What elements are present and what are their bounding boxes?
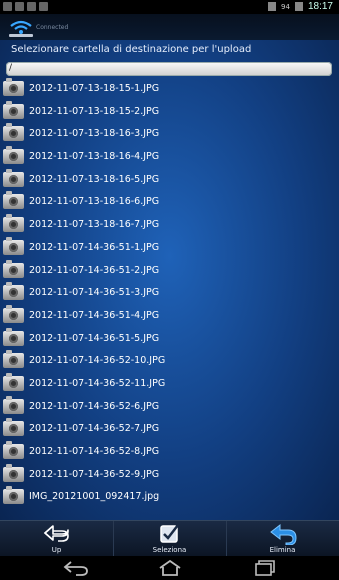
- file-name: 2012-11-07-13-18-16-5.JPG: [29, 173, 160, 185]
- undo-arrow-icon: [269, 523, 297, 545]
- camera-icon: [3, 191, 24, 210]
- file-row[interactable]: 2012-11-07-14-36-52-9.JPG: [0, 463, 339, 488]
- file-name: 2012-11-07-14-36-51-1.JPG: [29, 241, 160, 253]
- file-row[interactable]: IMG_20121001_092417.jpg: [0, 486, 339, 510]
- app-header: Connected: [0, 14, 339, 40]
- file-name: 2012-11-07-13-18-16-7.JPG: [29, 219, 160, 231]
- camera-icon: [3, 146, 24, 165]
- camera-icon: [3, 282, 24, 301]
- file-row[interactable]: 2012-11-07-14-36-52-10.JPG: [0, 350, 339, 374]
- file-row[interactable]: 2012-11-07-14-36-51-5.JPG: [0, 327, 339, 352]
- camera-icon: [3, 350, 24, 369]
- file-row[interactable]: 2012-11-07-13-18-16-6.JPG: [0, 191, 339, 215]
- camera-icon: [3, 463, 24, 482]
- file-row[interactable]: 2012-11-07-14-36-51-2.JPG: [0, 259, 339, 284]
- system-nav-bar: [0, 556, 339, 580]
- notification-icons: [3, 2, 48, 11]
- select-label: Seleziona: [152, 546, 187, 554]
- file-row[interactable]: 2012-11-07-14-36-52-6.JPG: [0, 395, 339, 420]
- up-button[interactable]: Up: [0, 521, 114, 556]
- camera-icon: [3, 78, 24, 96]
- file-row[interactable]: 2012-11-07-13-18-15-2.JPG: [0, 100, 339, 125]
- file-name: 2012-11-07-14-36-51-5.JPG: [29, 332, 160, 344]
- notification-icon: [27, 2, 36, 11]
- camera-icon: [3, 441, 24, 459]
- delete-button[interactable]: Elimina: [226, 521, 339, 556]
- battery-level: 94: [281, 2, 290, 11]
- file-name: 2012-11-07-13-18-15-1.JPG: [29, 83, 160, 94]
- file-browser: Selezionare cartella di destinazione per…: [0, 40, 339, 520]
- camera-icon: [3, 327, 24, 346]
- camera-icon: [3, 304, 24, 323]
- battery-icon: [294, 2, 303, 11]
- wifi-status-icon: [268, 2, 277, 11]
- file-name: 2012-11-07-14-36-52-7.JPG: [29, 423, 160, 435]
- file-row[interactable]: 2012-11-07-14-36-51-4.JPG: [0, 304, 339, 329]
- file-name: 2012-11-07-14-36-51-3.JPG: [29, 287, 160, 299]
- file-name: IMG_20121001_092417.jpg: [29, 491, 160, 503]
- file-row[interactable]: 2012-11-07-13-18-15-1.JPG: [0, 78, 339, 102]
- recent-apps-icon[interactable]: [250, 559, 278, 577]
- select-button[interactable]: Seleziona: [113, 521, 227, 556]
- notification-icon: [3, 2, 12, 11]
- camera-icon: [3, 259, 24, 278]
- camera-icon: [3, 100, 24, 119]
- file-row[interactable]: 2012-11-07-14-36-51-3.JPG: [0, 282, 339, 306]
- status-bar: 94 18:17: [0, 0, 339, 14]
- file-row[interactable]: 2012-11-07-13-18-16-3.JPG: [0, 123, 339, 147]
- path-value: /: [9, 63, 13, 73]
- back-icon[interactable]: [62, 559, 90, 577]
- file-name: 2012-11-07-13-18-16-3.JPG: [29, 128, 160, 140]
- path-input[interactable]: /: [6, 62, 332, 76]
- file-list: 2012-11-07-13-18-15-1.JPG 2012-11-07-13-1…: [0, 78, 339, 510]
- file-name: 2012-11-07-14-36-51-4.JPG: [29, 309, 160, 321]
- destination-label: Selezionare cartella di destinazione per…: [11, 44, 252, 55]
- wifi-icon: [9, 20, 33, 37]
- delete-label: Elimina: [269, 546, 296, 554]
- file-name: 2012-11-07-13-18-16-4.JPG: [29, 151, 160, 163]
- camera-icon: [3, 395, 24, 414]
- home-icon[interactable]: [156, 559, 184, 577]
- file-name: 2012-11-07-14-36-51-2.JPG: [29, 264, 160, 276]
- back-arrow-icon: [43, 525, 69, 542]
- notification-icon: [15, 2, 24, 11]
- file-row[interactable]: 2012-11-07-14-36-52-7.JPG: [0, 418, 339, 442]
- file-name: 2012-11-07-13-18-15-2.JPG: [29, 105, 160, 117]
- camera-icon: [3, 372, 24, 391]
- camera-icon: [3, 168, 24, 187]
- file-name: 2012-11-07-14-36-52-9.JPG: [29, 468, 160, 480]
- up-label: Up: [51, 546, 62, 554]
- file-name: 2012-11-07-14-36-52-10.JPG: [29, 355, 166, 367]
- file-name: 2012-11-07-14-36-52-6.JPG: [29, 400, 160, 412]
- camera-icon: [3, 418, 24, 437]
- camera-icon: [3, 214, 24, 233]
- file-name: 2012-11-07-14-36-52-11.JPG: [29, 377, 166, 389]
- clock: 18:17: [307, 1, 333, 12]
- camera-icon: [3, 486, 24, 505]
- file-row[interactable]: 2012-11-07-14-36-52-11.JPG: [0, 372, 339, 397]
- file-row[interactable]: 2012-11-07-13-18-16-4.JPG: [0, 146, 339, 170]
- camera-icon: [3, 236, 24, 255]
- file-row[interactable]: 2012-11-07-14-36-51-1.JPG: [0, 236, 339, 261]
- file-row[interactable]: 2012-11-07-13-18-16-7.JPG: [0, 214, 339, 238]
- file-row[interactable]: 2012-11-07-14-36-52-8.JPG: [0, 441, 339, 465]
- camera-icon: [3, 123, 24, 142]
- bottom-toolbar: Up Seleziona Elimina: [0, 520, 339, 556]
- checkbox-icon: [159, 524, 179, 543]
- file-row[interactable]: 2012-11-07-13-18-16-5.JPG: [0, 168, 339, 193]
- file-name: 2012-11-07-13-18-16-6.JPG: [29, 196, 160, 208]
- play-icon: [39, 2, 48, 11]
- file-name: 2012-11-07-14-36-52-8.JPG: [29, 446, 160, 457]
- connection-status: Connected: [36, 24, 69, 31]
